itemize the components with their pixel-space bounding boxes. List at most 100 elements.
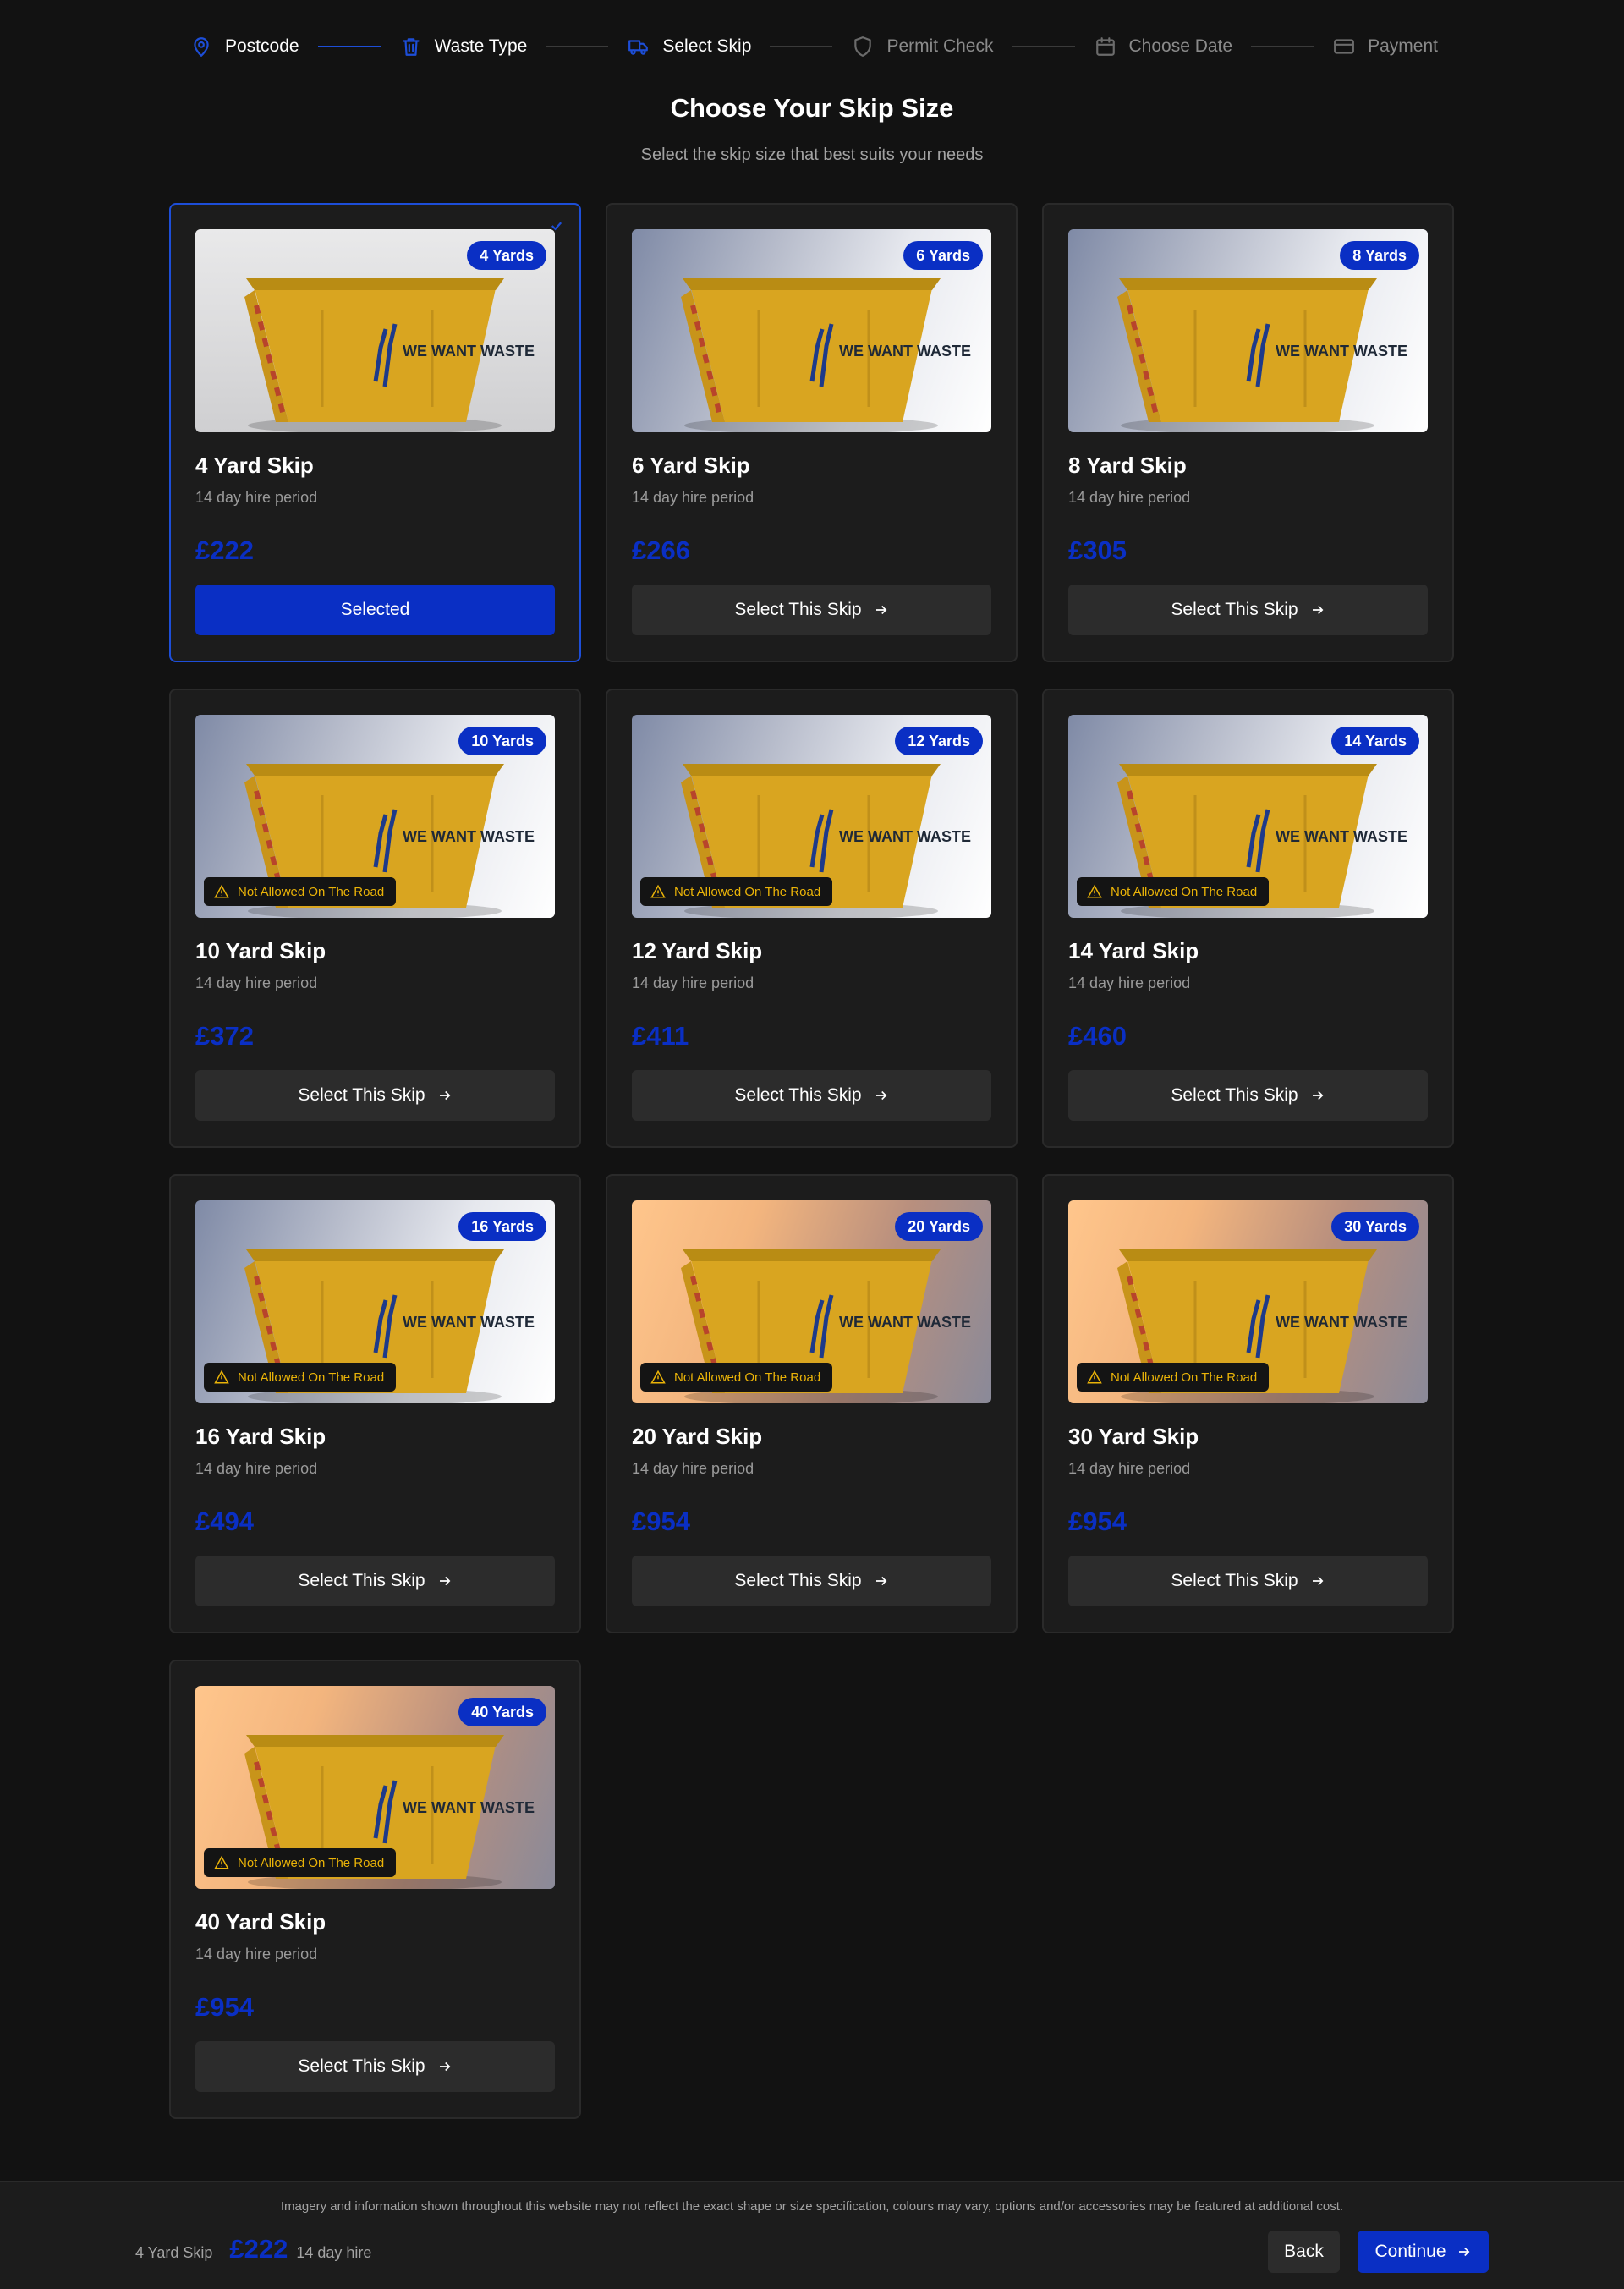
page-title: Choose Your Skip Size [670,93,954,123]
credit-card-icon [1332,35,1356,58]
skip-title: 14 Yard Skip [1068,938,1199,963]
road-warning-badge: Not Allowed On The Road [204,1848,397,1877]
hire-period: 14 day hire period [195,1946,318,1962]
skip-logo: WE WANT WASTE [839,343,971,360]
hire-period: 14 day hire period [195,974,318,991]
road-warning-badge: Not Allowed On The Road [640,1363,833,1392]
page-subtitle: Select the skip size that best suits you… [640,145,984,164]
arrow-right-icon [1458,2247,1469,2257]
skip-price: £305 [1068,535,1127,565]
back-button[interactable]: Back [1268,2231,1340,2273]
arrow-right-icon [439,2061,451,2072]
step-waste-type[interactable]: Waste Type [399,35,527,58]
shield-icon [851,35,875,58]
step-postcode[interactable]: Postcode [189,35,299,58]
road-warning-badge: Not Allowed On The Road [204,877,397,906]
skip-card[interactable]: WE WANT WASTE 10 Yards Not Allowed On Th… [169,689,581,1148]
skip-title: 12 Yard Skip [632,938,763,963]
summary-skip-name: 4 Yard Skip [135,2244,213,2261]
continue-button[interactable]: Continue [1358,2231,1489,2273]
truck-icon [627,35,650,58]
summary-price: £222 [229,2234,288,2264]
select-skip-button[interactable]: Select This Skip [195,1556,555,1606]
skip-price: £411 [632,1021,689,1051]
select-skip-label: Selected [340,600,410,619]
select-skip-button[interactable]: Select This Skip [195,2041,555,2092]
skip-card[interactable]: WE WANT WASTE 40 Yards Not Allowed On Th… [169,1660,581,2119]
skip-image: WE WANT WASTE 40 Yards Not Allowed On Th… [195,1686,555,1889]
step-connector [317,46,381,47]
warning-icon [214,1855,229,1869]
step-connector [1012,46,1075,47]
hire-period: 14 day hire period [632,1460,754,1477]
hire-period: 14 day hire period [1068,1460,1191,1477]
size-badge: 4 Yards [467,241,546,270]
skip-image: WE WANT WASTE 20 Yards Not Allowed On Th… [632,1200,991,1403]
skip-price: £954 [1068,1507,1127,1536]
road-warning-badge: Not Allowed On The Road [1077,877,1270,906]
step-permit-check[interactable]: Permit Check [851,35,993,58]
warning-icon [1087,1370,1102,1384]
skip-price: £494 [195,1507,254,1536]
select-skip-button[interactable]: Select This Skip [195,1070,555,1121]
select-skip-label: Select This Skip [1171,1085,1298,1105]
select-skip-button[interactable]: Select This Skip [632,1556,991,1606]
skip-image: WE WANT WASTE 6 Yards [632,229,991,432]
select-skip-label: Select This Skip [298,1571,425,1590]
road-warning-text: Not Allowed On The Road [674,884,821,899]
skip-price: £954 [632,1507,690,1536]
skip-logo: WE WANT WASTE [403,1314,535,1331]
hire-period: 14 day hire period [632,974,754,991]
skip-image: WE WANT WASTE 10 Yards Not Allowed On Th… [195,715,555,918]
skip-card[interactable]: WE WANT WASTE 16 Yards Not Allowed On Th… [169,1174,581,1633]
skip-title: 20 Yard Skip [632,1424,763,1449]
skip-card[interactable]: WE WANT WASTE 14 Yards Not Allowed On Th… [1042,689,1454,1148]
skip-price: £372 [195,1021,254,1051]
size-badge: 12 Yards [895,727,983,755]
summary-hire: 14 day hire [296,2244,372,2261]
select-skip-label: Select This Skip [298,2056,425,2076]
skip-price: £460 [1068,1021,1127,1051]
step-label: Payment [1368,36,1438,56]
select-skip-button[interactable]: Select This Skip [1068,1070,1428,1121]
arrow-right-icon [439,1090,451,1101]
size-badge: 8 Yards [1340,241,1419,270]
skip-card[interactable]: WE WANT WASTE 20 Yards Not Allowed On Th… [606,1174,1018,1633]
hire-period: 14 day hire period [1068,489,1191,506]
warning-icon [1087,884,1102,898]
warning-icon [650,884,666,898]
step-label: Permit Check [886,36,994,56]
skip-title: 10 Yard Skip [195,938,326,963]
size-badge: 14 Yards [1331,727,1419,755]
select-skip-button[interactable]: Select This Skip [1068,1556,1428,1606]
skip-grid: WE WANT WASTE 4 Yards 4 Yard Skip 14 day… [169,203,1455,2119]
skip-title: 8 Yard Skip [1068,453,1187,478]
trash-icon [399,35,423,58]
skip-card[interactable]: WE WANT WASTE 4 Yards 4 Yard Skip 14 day… [169,203,581,662]
skip-card[interactable]: WE WANT WASTE 8 Yards 8 Yard Skip 14 day… [1042,203,1454,662]
skip-image: WE WANT WASTE 14 Yards Not Allowed On Th… [1068,715,1428,918]
warning-icon [214,1370,229,1384]
progress-steps: Postcode Waste Type Select Skip Permit C… [189,30,1438,63]
step-connector [770,46,833,47]
skip-image: WE WANT WASTE 16 Yards Not Allowed On Th… [195,1200,555,1403]
step-select-skip[interactable]: Select Skip [627,35,751,58]
skip-card[interactable]: WE WANT WASTE 6 Yards 6 Yard Skip 14 day… [606,203,1018,662]
skip-image: WE WANT WASTE 12 Yards Not Allowed On Th… [632,715,991,918]
warning-icon [214,884,229,898]
select-skip-button[interactable]: Select This Skip [632,1070,991,1121]
select-skip-button[interactable]: Select This Skip [1068,585,1428,635]
step-payment[interactable]: Payment [1332,35,1438,58]
skip-title: 16 Yard Skip [195,1424,326,1449]
arrow-right-icon [875,605,887,615]
select-skip-button[interactable]: Selected [195,585,555,635]
skip-card[interactable]: WE WANT WASTE 30 Yards Not Allowed On Th… [1042,1174,1454,1633]
skip-price: £954 [195,1992,254,2022]
select-skip-label: Select This Skip [734,1571,862,1590]
select-skip-button[interactable]: Select This Skip [632,585,991,635]
arrow-right-icon [1312,605,1324,615]
step-connector [546,46,609,47]
road-warning-text: Not Allowed On The Road [238,1855,385,1870]
skip-card[interactable]: WE WANT WASTE 12 Yards Not Allowed On Th… [606,689,1018,1148]
step-choose-date[interactable]: Choose Date [1094,35,1232,58]
